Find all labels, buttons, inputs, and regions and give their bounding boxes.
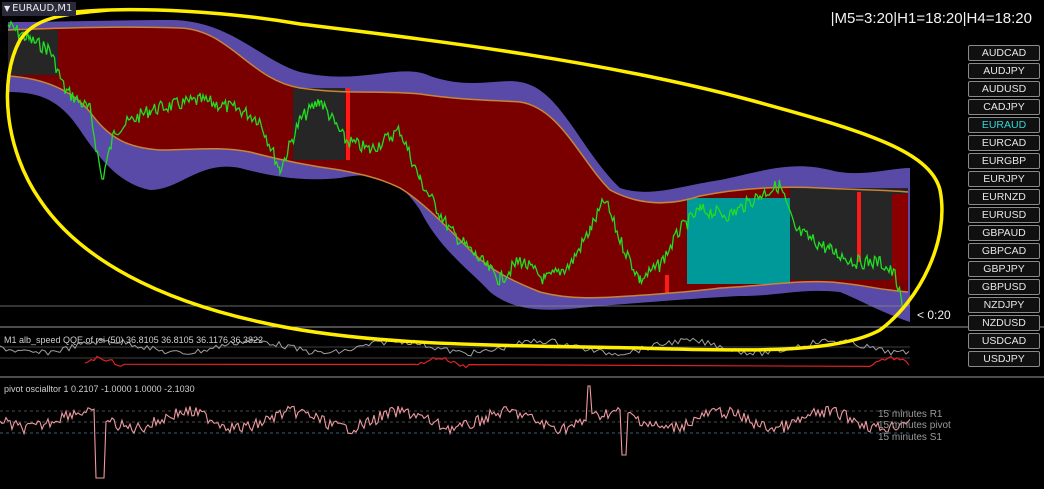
channel-bull: [687, 198, 790, 284]
symbol-button-eurnzd[interactable]: EURNZD: [968, 189, 1040, 205]
symbol-button-gbpcad[interactable]: GBPCAD: [968, 243, 1040, 259]
symbol-button-eurusd[interactable]: EURUSD: [968, 207, 1040, 223]
symbol-button-eurcad[interactable]: EURCAD: [968, 135, 1040, 151]
chart-menu-icon[interactable]: ▼: [4, 2, 10, 16]
symbol-button-nzdusd[interactable]: NZDUSD: [968, 315, 1040, 331]
candle-countdown: < 0:20: [917, 308, 951, 322]
timeframe-countdowns: |M5=3:20|H1=18:20|H4=18:20: [830, 10, 1032, 27]
symbol-button-gbpjpy[interactable]: GBPJPY: [968, 261, 1040, 277]
symbol-button-audusd[interactable]: AUDUSD: [968, 81, 1040, 97]
symbol-button-audcad[interactable]: AUDCAD: [968, 45, 1040, 61]
pivot-pivot-label: 15 minutes pivot: [878, 420, 951, 431]
chart-title[interactable]: ▼ EURAUD,M1: [2, 2, 77, 16]
symbol-button-gbpusd[interactable]: GBPUSD: [968, 279, 1040, 295]
signal-marker: [346, 88, 350, 160]
symbol-button-usdjpy[interactable]: USDJPY: [968, 351, 1040, 367]
symbol-button-nzdjpy[interactable]: NZDJPY: [968, 297, 1040, 313]
chart-symbol-label: EURAUD,M1: [12, 3, 73, 14]
symbol-button-audjpy[interactable]: AUDJPY: [968, 63, 1040, 79]
symbol-switcher: AUDCAD AUDJPY AUDUSD CADJPY EURAUD EURCAD EURG…: [968, 45, 1040, 369]
symbol-button-eurgbp[interactable]: EURGBP: [968, 153, 1040, 169]
qqe-indicator-label: M1 alb_speed QQE of rsi (50) 36.8105 36.…: [4, 335, 264, 345]
pivot-indicator-label: pivot oscialltor 1 0.2107 -1.0000 1.0000…: [4, 384, 195, 394]
symbol-button-eurjpy[interactable]: EURJPY: [968, 171, 1040, 187]
signal-marker: [892, 194, 908, 280]
symbol-button-euraud[interactable]: EURAUD: [968, 117, 1040, 133]
pivot-s1-label: 15 minutes S1: [878, 432, 942, 443]
signal-marker: [857, 192, 861, 262]
symbol-button-usdcad[interactable]: USDCAD: [968, 333, 1040, 349]
symbol-button-gbpaud[interactable]: GBPAUD: [968, 225, 1040, 241]
pivot-r1-label: 15 minutes R1: [878, 409, 943, 420]
signal-marker: [665, 275, 669, 293]
symbol-button-cadjpy[interactable]: CADJPY: [968, 99, 1040, 115]
